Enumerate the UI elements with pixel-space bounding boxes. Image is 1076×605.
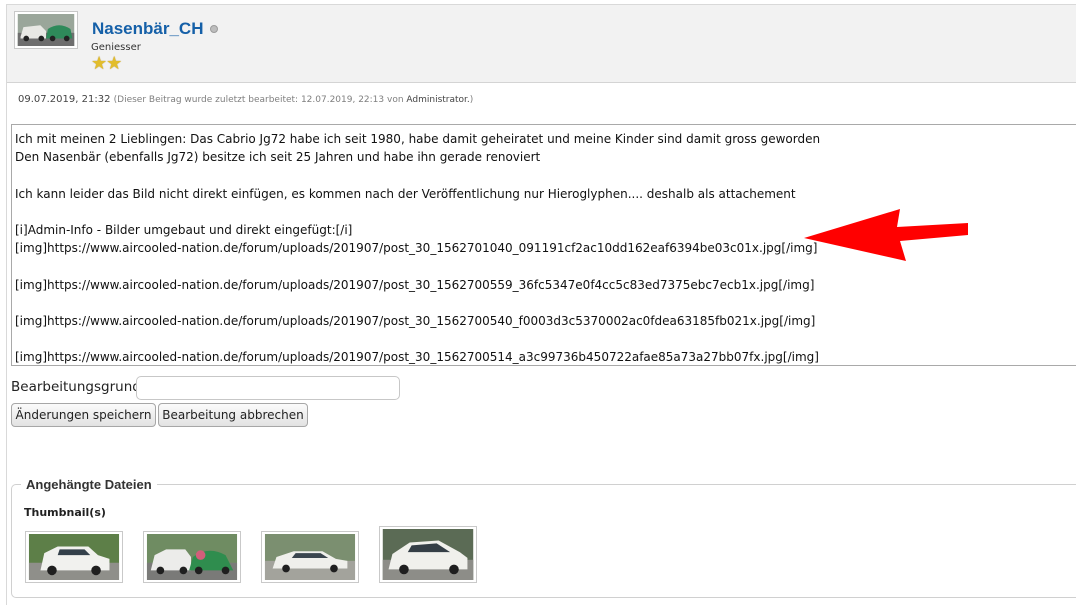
offline-status-icon [210, 25, 218, 33]
editor-line: [img]https://www.aircooled-nation.de/for… [15, 313, 816, 328]
editor-line: [img]https://www.aircooled-nation.de/for… [15, 277, 815, 292]
attachment-thumbnail[interactable] [261, 531, 359, 583]
edit-reason-label: Bearbeitungsgrund: [11, 379, 146, 395]
editor-line: Den Nasenbär (ebenfalls Jg72) besitze ic… [15, 150, 541, 165]
editor-line: [img]https://www.aircooled-nation.de/for… [15, 350, 819, 365]
thumbnail-image [28, 534, 120, 580]
post-date: 09.07.2019, 21:32 [18, 94, 111, 105]
attachments-legend: Angehängte Dateien [21, 477, 157, 492]
username-link[interactable]: Nasenbär_CH [92, 19, 204, 39]
editor-name: Administrator. [406, 95, 470, 105]
edit-note: (Dieser Beitrag wurde zuletzt bearbeitet… [113, 95, 407, 105]
save-changes-button[interactable]: Änderungen speichern [11, 403, 156, 427]
attachment-thumbnail[interactable] [379, 526, 477, 583]
rank-stars-icon: ★★ [91, 53, 122, 74]
attachment-thumbnail[interactable] [25, 531, 123, 583]
user-rank: Geniesser [91, 42, 141, 53]
red-arrow-icon [804, 209, 968, 261]
post-header: Nasenbär_CH Geniesser ★★ [7, 5, 1076, 83]
edit-reason-input[interactable] [136, 376, 400, 400]
avatar-car-photo [17, 14, 75, 46]
thumbnails-label: Thumbnail(s) [24, 506, 106, 519]
user-avatar[interactable] [14, 11, 78, 49]
editor-line: Ich kann leider das Bild nicht direkt ei… [15, 186, 796, 201]
editor-line: Ich mit meinen 2 Lieblingen: Das Cabrio … [15, 132, 821, 146]
thumbnail-image [264, 534, 356, 580]
attachment-thumbnail[interactable] [143, 531, 241, 583]
post-meta: 09.07.2019, 21:32 (Dieser Beitrag wurde … [18, 94, 473, 105]
edit-note-close: ) [469, 95, 474, 105]
cancel-edit-button[interactable]: Bearbeitung abbrechen [158, 403, 308, 427]
thumbnail-image [146, 534, 238, 580]
thumbnail-image [382, 529, 474, 580]
